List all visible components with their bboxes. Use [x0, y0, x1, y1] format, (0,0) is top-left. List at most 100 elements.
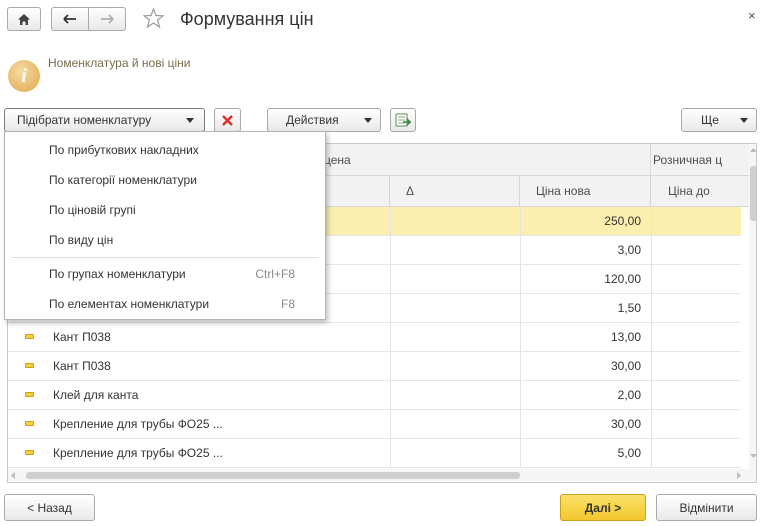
scroll-down-icon[interactable]	[750, 454, 757, 458]
column-divider	[390, 381, 391, 409]
forward-nav-button[interactable]	[88, 7, 126, 31]
menu-item-label: По ціновій групі	[49, 203, 136, 217]
home-button[interactable]	[7, 7, 41, 31]
back-button-label: < Назад	[27, 500, 72, 515]
menu-item-by-groups[interactable]: По групах номенклатури Ctrl+F8	[5, 260, 325, 288]
column-divider	[390, 236, 391, 264]
vertical-scroll-thumb[interactable]	[750, 166, 756, 221]
back-nav-button[interactable]	[51, 7, 89, 31]
column-divider	[390, 323, 391, 351]
column-divider	[651, 439, 652, 467]
cancel-button[interactable]: Відмінити	[656, 494, 757, 521]
export-table-icon	[395, 113, 411, 126]
cell-name: Крепление для трубы ФО25 ...	[53, 417, 223, 431]
star-icon[interactable]	[143, 8, 164, 28]
menu-item-label: По прибуткових накладних	[49, 143, 199, 157]
table-row[interactable]: Крепление для трубы ФО25 ... 30,00	[8, 410, 741, 439]
delete-x-icon	[222, 114, 233, 126]
arrow-right-icon	[101, 14, 114, 24]
page-title: Формування цін	[180, 9, 314, 29]
menu-item-by-receipts[interactable]: По прибуткових накладних	[5, 136, 325, 164]
column-divider	[651, 294, 652, 322]
table-row[interactable]: Кант П038 30,00	[8, 352, 741, 381]
menu-item-label: По виду цін	[49, 233, 114, 247]
table-row[interactable]: Клей для канта 2,00	[8, 381, 741, 410]
scroll-left-icon[interactable]	[11, 472, 15, 479]
cell-new-price: 3,00	[617, 243, 641, 257]
group-header-cena: цена	[324, 152, 351, 167]
column-header-new-price-label: Ціна нова	[536, 184, 591, 198]
actions-button[interactable]: Действия	[267, 108, 381, 132]
menu-item-label: По групах номенклатури	[49, 267, 186, 281]
cell-new-price: 5,00	[617, 446, 641, 460]
column-divider	[390, 439, 391, 467]
cell-new-price: 30,00	[610, 417, 641, 431]
column-divider	[390, 294, 391, 322]
export-button[interactable]	[390, 108, 416, 132]
column-divider	[651, 323, 652, 351]
column-divider	[651, 381, 652, 409]
cell-new-price: 2,00	[617, 388, 641, 402]
horizontal-scrollbar[interactable]	[8, 469, 749, 481]
vertical-scrollbar[interactable]	[749, 144, 757, 482]
pick-items-label: Підібрати номенклатуру	[17, 113, 152, 127]
column-divider	[390, 410, 391, 438]
column-divider	[651, 410, 652, 438]
caret-down-icon	[186, 118, 194, 123]
menu-item-by-price-group[interactable]: По ціновій групі	[5, 196, 325, 224]
column-group-header-retail: Розничная ц	[651, 144, 749, 176]
close-icon[interactable]: ×	[748, 8, 756, 23]
cancel-button-label: Відмінити	[679, 500, 734, 515]
cell-new-price: 120,00	[604, 272, 641, 286]
menu-item-shortcut: F8	[280, 297, 295, 311]
column-header-price-before[interactable]: Ціна до	[651, 176, 749, 207]
menu-item-by-price-type[interactable]: По виду цін	[5, 226, 325, 254]
caret-down-icon	[364, 118, 372, 123]
back-button[interactable]: < Назад	[4, 494, 95, 521]
menu-item-by-category[interactable]: По категорії номенклатури	[5, 166, 325, 194]
table-row[interactable]: Кант П038 13,00	[8, 323, 741, 352]
caret-down-icon	[740, 118, 748, 123]
scroll-right-icon[interactable]	[737, 472, 741, 479]
arrow-left-icon	[63, 14, 76, 24]
cell-new-price: 30,00	[610, 359, 641, 373]
column-divider	[651, 207, 652, 235]
item-marker-icon	[25, 450, 34, 455]
menu-item-shortcut: Ctrl+F8	[255, 267, 295, 281]
delete-button[interactable]	[214, 108, 241, 132]
menu-item-label: По елементах номенклатури	[49, 297, 210, 311]
info-icon: i	[8, 60, 40, 92]
cell-new-price: 250,00	[604, 214, 641, 228]
column-divider	[651, 236, 652, 264]
table-row[interactable]: Крепление для трубы ФО25 ... 5,00	[8, 439, 741, 468]
column-divider	[651, 265, 652, 293]
cell-name: Кант П038	[53, 359, 111, 373]
home-icon	[18, 13, 30, 25]
item-marker-icon	[25, 334, 34, 339]
cell-name: Крепление для трубы ФО25 ...	[53, 446, 223, 460]
item-marker-icon	[25, 421, 34, 426]
pick-items-menu: По прибуткових накладних По категорії но…	[4, 131, 326, 320]
scroll-up-icon[interactable]	[750, 148, 757, 152]
info-text: Номенклатура й нові ціни	[48, 56, 191, 70]
pick-items-button[interactable]: Підібрати номенклатуру	[4, 108, 205, 132]
column-header-delta[interactable]: Δ	[390, 176, 520, 207]
column-header-delta-label: Δ	[406, 184, 415, 198]
column-divider	[651, 352, 652, 380]
next-button[interactable]: Далі >	[560, 494, 646, 521]
cell-name: Кант П038	[53, 330, 111, 344]
more-button[interactable]: Ще	[681, 108, 757, 132]
item-marker-icon	[25, 363, 34, 368]
horizontal-scroll-thumb[interactable]	[26, 472, 520, 479]
next-button-label: Далі >	[584, 500, 622, 515]
menu-item-by-elements[interactable]: По елементах номенклатури F8	[5, 290, 325, 318]
cell-new-price: 1,50	[617, 301, 641, 315]
column-divider	[390, 352, 391, 380]
column-divider	[390, 207, 391, 235]
column-divider	[390, 265, 391, 293]
actions-label: Действия	[286, 113, 339, 127]
cell-new-price: 13,00	[610, 330, 641, 344]
column-header-new-price[interactable]: Ціна нова	[520, 176, 651, 207]
item-marker-icon	[25, 392, 34, 397]
more-label: Ще	[701, 113, 719, 127]
